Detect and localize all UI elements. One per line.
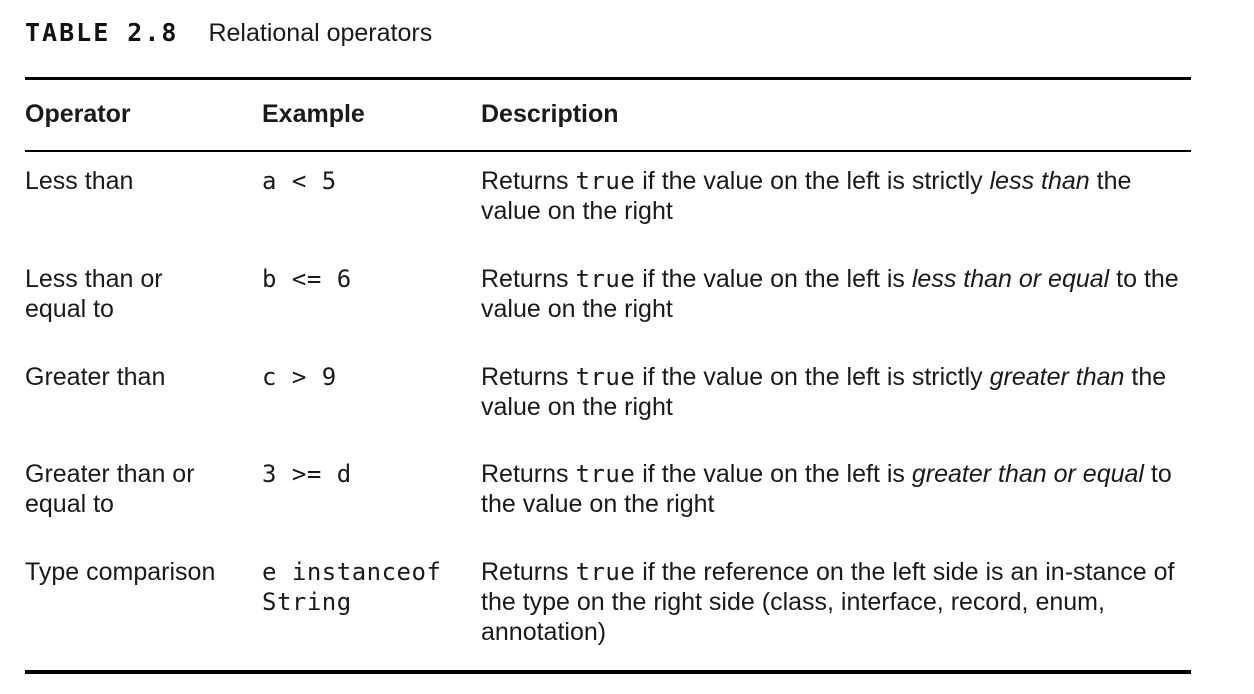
table-number: TABLE 2.8 xyxy=(25,18,179,47)
operator-cell: Less than or equal to xyxy=(25,264,255,324)
description-text: Returns xyxy=(481,558,569,586)
example-code: c > 9 xyxy=(262,363,337,391)
description-text: Returns xyxy=(481,167,569,195)
table-header-rule xyxy=(25,150,1191,152)
table-header-row: Operator Example Description xyxy=(25,98,1191,132)
description-text: if the value on the left is strictly xyxy=(635,167,990,195)
table-row: Less than a < 5 Returns true if the valu… xyxy=(25,166,1191,226)
table-row: Type comparison e instanceof String Retu… xyxy=(25,557,1191,649)
table-row: Greater than or equal to 3 >= d Returns … xyxy=(25,459,1191,519)
table-title: Relational operators xyxy=(208,19,433,47)
operator-cell: Greater than or equal to xyxy=(25,459,255,519)
description-emphasis: less than xyxy=(989,167,1090,195)
column-header-description: Description xyxy=(481,100,619,128)
operator-text: equal to xyxy=(25,490,114,518)
operator-text: Type comparison xyxy=(25,558,216,586)
description-cell: Returns true if the value on the left is… xyxy=(481,362,1181,422)
keyword-code: true xyxy=(575,558,636,586)
operator-text: Less than or xyxy=(25,265,163,293)
table-row: Less than or equal to b <= 6 Returns tru… xyxy=(25,264,1191,324)
example-code: b <= 6 xyxy=(262,265,352,293)
example-cell: e instanceof String xyxy=(262,557,482,617)
description-cell: Returns true if the reference on the lef… xyxy=(481,557,1181,647)
example-code: a < 5 xyxy=(262,167,337,195)
column-header-operator: Operator xyxy=(25,100,131,128)
operator-cell: Type comparison xyxy=(25,557,255,587)
operator-text: Less than xyxy=(25,167,134,195)
keyword-code: true xyxy=(575,460,636,488)
description-emphasis: greater than xyxy=(989,363,1125,391)
description-cell: Returns true if the value on the left is… xyxy=(481,264,1181,324)
operator-cell: Greater than xyxy=(25,362,255,392)
example-cell: 3 >= d xyxy=(262,459,482,489)
description-text: Returns xyxy=(481,265,569,293)
operator-text: Greater than xyxy=(25,363,166,391)
example-code: e instanceof xyxy=(262,558,442,586)
description-text: Returns xyxy=(481,460,569,488)
operator-text: equal to xyxy=(25,295,114,323)
operator-cell: Less than xyxy=(25,166,255,196)
table-caption: TABLE 2.8 Relational operators xyxy=(25,16,432,50)
description-text: if the value on the left is xyxy=(635,460,912,488)
table-top-rule xyxy=(25,77,1191,80)
example-cell: b <= 6 xyxy=(262,264,482,294)
example-code: String xyxy=(262,588,352,616)
table-page: TABLE 2.8 Relational operators Operator E… xyxy=(25,0,1191,694)
example-code: 3 >= d xyxy=(262,460,352,488)
description-text: if the value on the left is xyxy=(635,265,912,293)
keyword-code: true xyxy=(575,265,636,293)
description-emphasis: greater than or equal xyxy=(911,460,1144,488)
description-emphasis: less than or equal xyxy=(911,265,1110,293)
table-bottom-rule xyxy=(25,670,1191,674)
keyword-code: true xyxy=(575,363,636,391)
description-text: if the value on the left is strictly xyxy=(635,363,990,391)
description-cell: Returns true if the value on the left is… xyxy=(481,459,1181,519)
keyword-code: true xyxy=(575,167,636,195)
operator-text: Greater than or xyxy=(25,460,195,488)
example-cell: c > 9 xyxy=(262,362,482,392)
description-text: Returns xyxy=(481,363,569,391)
description-cell: Returns true if the value on the left is… xyxy=(481,166,1181,226)
table-row: Greater than c > 9 Returns true if the v… xyxy=(25,362,1191,422)
column-header-example: Example xyxy=(262,100,365,128)
example-cell: a < 5 xyxy=(262,166,482,196)
